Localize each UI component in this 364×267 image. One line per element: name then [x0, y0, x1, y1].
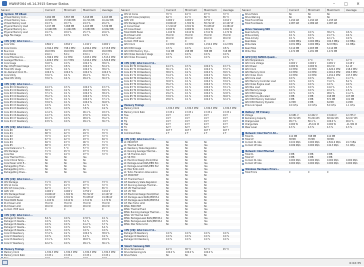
- header-minimum[interactable]: Minimum: [307, 8, 326, 12]
- current-value: 0: [289, 171, 291, 175]
- header-sensor[interactable]: Sensor: [0, 8, 44, 12]
- sensor-rows: CPU IA Cores 70 °C 44 °C 97 °C 72 °C CPU GT C…: [120, 13, 240, 257]
- header-average[interactable]: Average: [101, 8, 119, 12]
- maximum-value: 0: [327, 171, 329, 175]
- header-maximum[interactable]: Maximum: [326, 8, 345, 12]
- header-sensor[interactable]: Sensor: [120, 8, 165, 12]
- current-value: No: [166, 253, 169, 257]
- sensor-row[interactable]: Total Errors 0 0 0: [241, 171, 364, 174]
- sensor-name: Total Errors: [245, 171, 258, 175]
- header-current[interactable]: Current: [288, 8, 307, 12]
- minimum-value: 0: [308, 171, 310, 175]
- sensor-toolbar-icon[interactable]: [2, 260, 8, 265]
- sensor-rows: Drive Failure No No No Drive Warning No No No To…: [241, 13, 364, 174]
- maximize-button[interactable]: □: [340, 0, 352, 8]
- window-controls: – □ ✕: [328, 0, 364, 8]
- sensor-icon: [242, 171, 244, 174]
- minimize-button[interactable]: –: [328, 0, 340, 8]
- maximum-value: No: [204, 253, 207, 257]
- header-current[interactable]: Current: [44, 8, 63, 12]
- header-sensor[interactable]: Sensor: [241, 8, 288, 12]
- sensor-name: Drive Failure: [124, 253, 138, 257]
- sensor-column-3[interactable]: Sensor Current Minimum Maximum Average D…: [241, 8, 364, 258]
- average-value: [222, 254, 240, 257]
- header-average[interactable]: Average: [222, 8, 240, 12]
- minimum-value: No: [185, 253, 188, 257]
- status-toolbar: 0:02:35: [0, 258, 364, 266]
- sensor-status-window: HWiNFO64 v6.14-3915 Sensor Status – □ ✕ …: [0, 0, 364, 266]
- header-average[interactable]: Average: [345, 8, 364, 12]
- sensor-column-2[interactable]: Sensor Current Minimum Maximum Average C…: [120, 8, 241, 258]
- header-maximum[interactable]: Maximum: [203, 8, 222, 12]
- header-maximum[interactable]: Maximum: [82, 8, 101, 12]
- header-minimum[interactable]: Minimum: [63, 8, 82, 12]
- sensor-column-1[interactable]: Sensor Current Minimum Maximum Average S…: [0, 8, 120, 258]
- title-bar[interactable]: HWiNFO64 v6.14-3915 Sensor Status – □ ✕: [0, 0, 364, 8]
- sensor-rows: System: HP ZBook Virtual Memory Com... 3,9…: [0, 13, 119, 258]
- sensor-icon: [121, 254, 123, 257]
- sensor-label: Total Errors: [241, 171, 288, 174]
- sensor-label: Drive Failure: [120, 254, 165, 257]
- header-current[interactable]: Current: [165, 8, 184, 12]
- header-minimum[interactable]: Minimum: [184, 8, 203, 12]
- app-icon: [2, 1, 7, 6]
- sensor-row[interactable]: Drive Failure No No No: [120, 253, 240, 257]
- average-value: [345, 171, 364, 174]
- close-button[interactable]: ✕: [352, 0, 364, 8]
- window-title: HWiNFO64 v6.14-3915 Sensor Status: [9, 1, 69, 6]
- sensor-columns: Sensor Current Minimum Maximum Average S…: [0, 8, 364, 258]
